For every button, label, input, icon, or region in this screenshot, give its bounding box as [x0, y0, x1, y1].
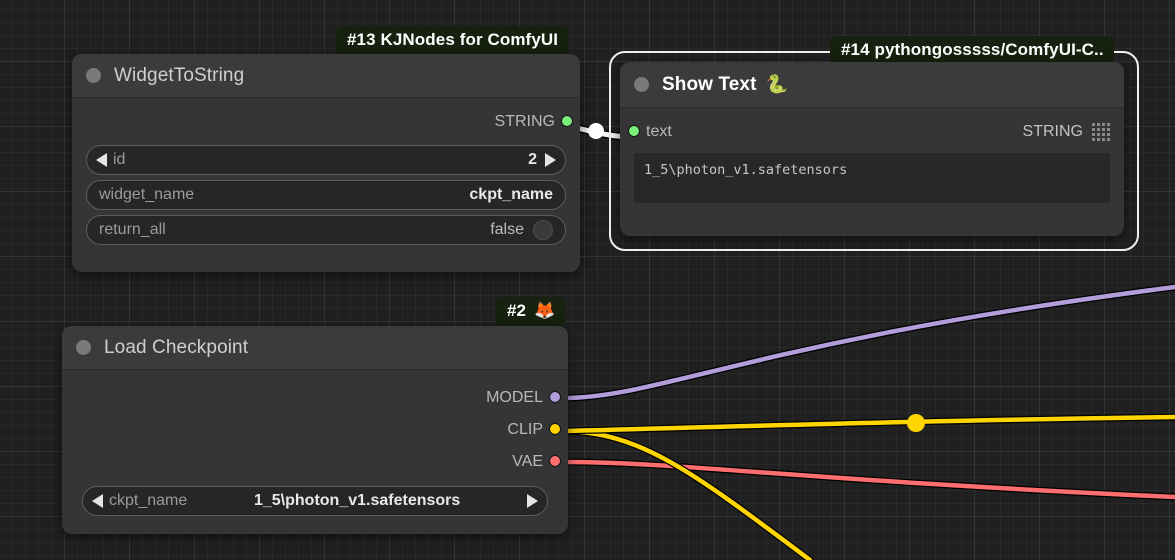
node-2-badge-label: #2 [507, 301, 526, 321]
widget-ckpt-name[interactable]: ckpt_name 1_5\photon_v1.safetensors [82, 486, 548, 516]
show-text-textarea[interactable]: 1_5\photon_v1.safetensors [634, 153, 1110, 203]
output-slot-model[interactable]: MODEL [62, 384, 568, 411]
node-load-checkpoint-body: MODEL CLIP VAE ckpt_name 1_5\photon_v1.s… [62, 384, 568, 516]
widget-return-all[interactable]: return_all false [86, 215, 566, 245]
node-14-badge: #14 pythongosssss/ComfyUI-C.. [830, 36, 1114, 65]
node-widget-to-string[interactable]: WidgetToString STRING id 2 widget_name c… [72, 54, 580, 272]
previous-checkpoint-arrow-icon[interactable] [92, 494, 103, 508]
node-widget-to-string-titlebar[interactable]: WidgetToString [72, 54, 580, 98]
widget-return-all-toggle-knob[interactable] [533, 220, 553, 240]
node-show-text-title: Show Text [662, 74, 757, 96]
node-widget-to-string-body: STRING id 2 widget_name ckpt_name return… [72, 108, 580, 245]
output-slot-string-dot[interactable] [561, 115, 573, 127]
link-vae-shadow [563, 462, 1175, 497]
show-text-slot-row: text STRING [620, 118, 1124, 145]
node-load-checkpoint[interactable]: Load Checkpoint MODEL CLIP VAE ckpt_name… [62, 326, 568, 534]
output-slot-string-label: STRING [495, 113, 555, 131]
widget-return-all-label: return_all [99, 221, 166, 239]
link-vae [563, 462, 1175, 497]
node-show-text[interactable]: Show Text 🐍 text STRING 1_5\photon_v1.sa… [620, 62, 1124, 236]
fox-icon: 🦊 [534, 301, 555, 321]
show-text-output-type: STRING [1023, 123, 1110, 141]
node-14-badge-label: #14 pythongosssss/ComfyUI-C.. [841, 40, 1104, 60]
widget-id-value[interactable]: 2 [528, 151, 537, 169]
link-clip-a-midpoint-dot[interactable] [907, 414, 925, 432]
node-show-text-titlebar[interactable]: Show Text 🐍 [620, 62, 1124, 108]
collapse-circle-icon[interactable] [634, 77, 649, 92]
widget-ckpt-name-label: ckpt_name [109, 492, 187, 510]
collapse-circle-icon[interactable] [86, 68, 101, 83]
output-slot-vae-label: VAE [512, 453, 543, 471]
input-slot-text-dot[interactable] [628, 125, 640, 137]
widget-widget-name[interactable]: widget_name ckpt_name [86, 180, 566, 210]
output-slot-vae-dot[interactable] [549, 455, 561, 467]
output-slot-clip[interactable]: CLIP [62, 416, 568, 443]
node-show-text-body: text STRING 1_5\photon_v1.safetensors [620, 118, 1124, 203]
widget-id[interactable]: id 2 [86, 145, 566, 175]
collapse-circle-icon[interactable] [76, 340, 91, 355]
widget-id-label: id [113, 151, 125, 169]
node-widget-to-string-title: WidgetToString [114, 65, 244, 87]
widget-widget-name-label: widget_name [99, 186, 194, 204]
link-clip-a-shadow [563, 417, 1175, 431]
input-slot-text-label: text [646, 123, 672, 141]
next-checkpoint-arrow-icon[interactable] [527, 494, 538, 508]
link-clip-a [563, 417, 1175, 431]
link-model [563, 287, 1175, 398]
link-model-shadow [563, 287, 1175, 398]
decrement-arrow-icon[interactable] [96, 153, 107, 167]
widget-return-all-value: false [490, 221, 524, 239]
increment-arrow-icon[interactable] [545, 153, 556, 167]
node-load-checkpoint-titlebar[interactable]: Load Checkpoint [62, 326, 568, 370]
snake-icon: 🐍 [766, 74, 788, 95]
output-slot-model-dot[interactable] [549, 391, 561, 403]
node-load-checkpoint-title: Load Checkpoint [104, 337, 248, 359]
widget-ckpt-name-value[interactable]: 1_5\photon_v1.safetensors [254, 492, 460, 510]
widget-widget-name-value[interactable]: ckpt_name [469, 186, 553, 204]
output-slot-model-label: MODEL [486, 389, 543, 407]
output-slot-string[interactable]: STRING [72, 108, 580, 135]
link-clip-b-shadow [563, 431, 810, 560]
comfyui-graph-canvas[interactable]: #13 KJNodes for ComfyUI WidgetToString S… [0, 0, 1175, 560]
show-text-output-type-label: STRING [1023, 123, 1083, 141]
output-slot-clip-label: CLIP [507, 421, 543, 439]
link-clip-b [563, 431, 810, 560]
node-13-badge-label: #13 KJNodes for ComfyUI [347, 30, 558, 50]
node-13-badge: #13 KJNodes for ComfyUI [336, 26, 568, 55]
link-string-to-text-midpoint-dot[interactable] [588, 123, 604, 139]
dots-grid-icon[interactable] [1092, 123, 1110, 141]
output-slot-clip-dot[interactable] [549, 423, 561, 435]
node-2-badge: #2 🦊 [496, 297, 565, 326]
output-slot-vae[interactable]: VAE [62, 448, 568, 475]
